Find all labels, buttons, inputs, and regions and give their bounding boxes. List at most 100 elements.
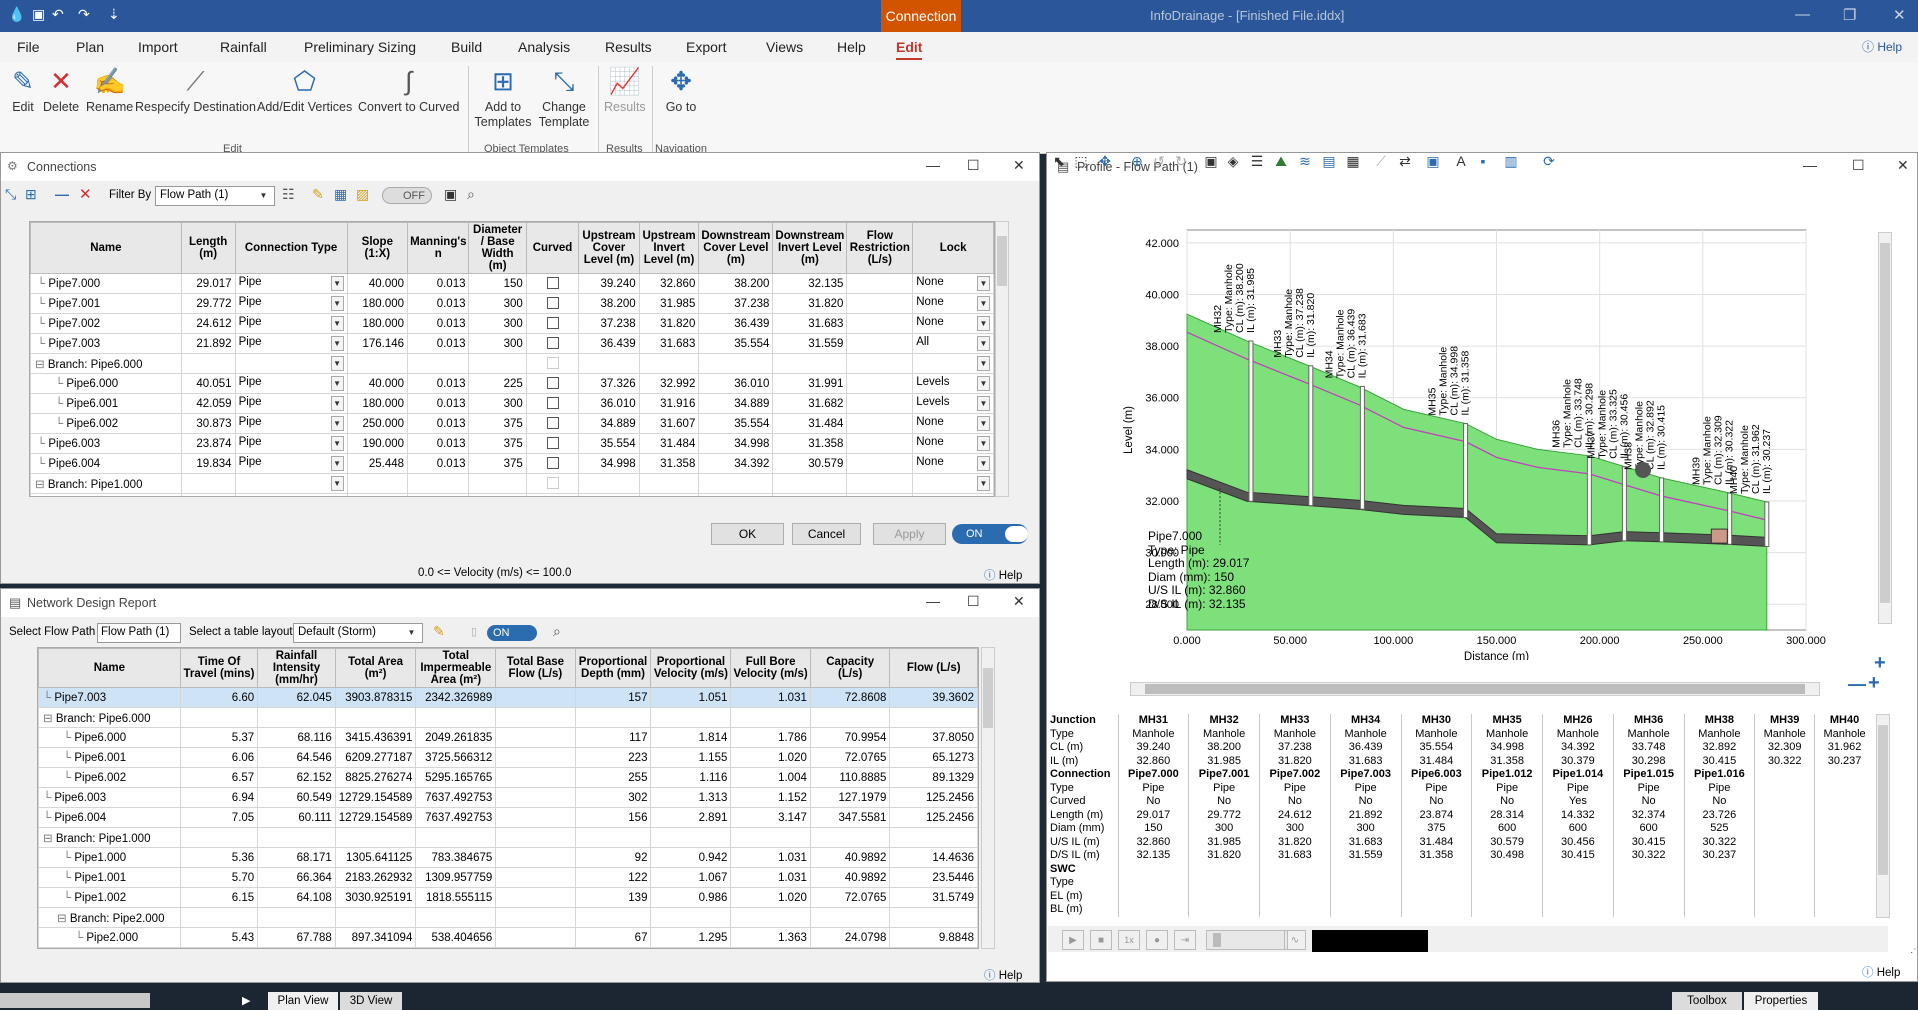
help-link[interactable]: ⓘ Help [1862,38,1902,55]
flow-path-select[interactable]: Flow Path (1) [97,623,181,643]
cell-slope[interactable]: 40.000 [346,373,409,394]
cell-name[interactable]: └ Pipe7.002 [30,313,182,334]
table-row[interactable]: └ Pipe1.002 6.15 64.108 3030.925191 1818.555… [38,887,978,908]
table-row[interactable]: └ Pipe6.000 40.051 Pipe ▼ 40.000 0.013 225 37.3… [30,373,994,394]
table-row[interactable]: └ Pipe7.000 29.017 Pipe ▼ 40.000 0.013 150 39.2… [30,273,994,294]
cell-lock[interactable]: ▼ [912,353,994,374]
image-icon[interactable]: ▣ [1424,152,1442,170]
curved-checkbox[interactable] [546,417,559,430]
table-row[interactable]: └ Pipe6.003 6.94 60.549 12729.154589 7637.49… [38,787,978,808]
menu-analysis[interactable]: Analysis [518,39,570,55]
cell-ds-cover[interactable]: 34.998 [698,433,774,454]
cell-type[interactable]: Pipe ▼ [234,493,348,496]
cell-ds-cover[interactable]: 36.439 [698,313,774,334]
close-icon[interactable]: ✕ [1897,157,1909,174]
cell-diameter[interactable]: 225 [468,373,527,394]
chevron-down-icon[interactable]: ▼ [977,396,990,411]
cell-name[interactable]: └ Pipe6.003 [38,787,181,808]
cell-curved[interactable] [525,493,580,496]
redo-icon[interactable]: ↷ [78,6,90,23]
cell-flow-restriction[interactable] [846,393,914,414]
cell-name[interactable]: ⊟ Branch: Pipe1.000 [38,827,181,848]
filter-toggle[interactable]: OFF [382,187,432,204]
cell-name[interactable]: └ Pipe1.000 [30,493,182,496]
paint-icon[interactable]: ✎ [433,623,445,640]
cell-type[interactable]: Pipe ▼ [234,313,348,334]
cell-us-invert[interactable]: 32.992 [638,373,700,394]
chevron-down-icon[interactable]: ▼ [977,316,990,331]
cell-ds-invert[interactable]: 31.358 [772,433,848,454]
scrollbar-thumb[interactable] [1880,243,1890,603]
cell-ds-cover[interactable]: 36.010 [698,373,774,394]
chevron-down-icon[interactable]: ▼ [977,336,990,351]
cell-us-invert[interactable]: 31.820 [638,313,700,334]
cell-type[interactable]: Pipe ▼ [234,273,348,294]
columns-icon[interactable]: ☷ [282,186,295,203]
cell-slope[interactable]: 120.000 [346,493,409,496]
remove-icon[interactable]: — [55,186,69,202]
cell-us-cover[interactable]: 34.889 [578,413,640,434]
connections-scrollbar[interactable] [995,221,1009,497]
table-row[interactable]: └ Pipe6.002 6.57 62.152 8825.276274 5295.165… [38,767,978,788]
column-header[interactable]: Total Area (m²) [334,648,417,688]
table-row[interactable]: └ Pipe1.001 5.70 66.364 2183.262932 1309.957… [38,867,978,888]
column-header[interactable]: Flow (L/s) [889,648,978,688]
cell-us-cover[interactable]: 37.326 [578,373,640,394]
report-help-link[interactable]: ⓘ Help [984,967,1022,983]
cell-length[interactable]: 23.874 [180,433,236,454]
add-edit-vertices-button[interactable]: ⬠ Add/Edit Vertices [257,64,352,115]
cell-ds-cover[interactable]: 42.620 [698,493,774,496]
menu-build[interactable]: Build [451,39,482,55]
slider-handle[interactable] [1213,933,1221,947]
chevron-down-icon[interactable]: ▼ [330,396,344,411]
print-icon[interactable]: ▣ [1202,152,1220,170]
branch-row[interactable]: ⊟ Branch: Pipe2.000 [38,907,978,928]
cell-curved[interactable] [525,433,580,454]
cell-us-cover[interactable]: 36.010 [578,393,640,414]
cell-lock[interactable]: None ▼ [912,493,994,496]
column-header[interactable]: Upstream Invert Level (m) [638,222,700,274]
menu-file[interactable]: File [17,39,40,55]
chevron-down-icon[interactable]: ▼ [330,416,344,431]
play-icon[interactable]: ▶ [1062,930,1084,950]
column-header[interactable]: Upstream Cover Level (m) [578,222,640,274]
chevron-down-icon[interactable]: ▼ [330,456,344,471]
cell-manning[interactable]: 0.013 [407,293,470,314]
cell-lock[interactable]: None ▼ [912,293,994,314]
curved-checkbox[interactable] [546,397,559,410]
cell-length[interactable]: 29.772 [180,293,236,314]
menu-rainfall[interactable]: Rainfall [220,39,267,55]
cube-icon[interactable]: ◈ [1224,152,1242,170]
speed-icon[interactable]: 1x [1118,930,1140,950]
menu-results[interactable]: Results [605,39,652,55]
column-header[interactable]: Downstream Cover Level (m) [698,222,774,274]
cell-name[interactable]: └ Pipe6.002 [30,413,182,434]
cell-name[interactable]: ⊟ Branch: Pipe6.000 [38,707,181,728]
cell-us-invert[interactable]: 31.358 [638,453,700,474]
cell-lock[interactable]: ▼ [912,473,994,494]
cell-name[interactable]: └ Pipe6.002 [38,767,181,788]
table-row[interactable]: └ Pipe2.000 5.43 67.788 897.341094 538.40465… [38,927,978,948]
chevron-down-icon[interactable]: ▼ [330,316,344,331]
add-row-icon[interactable]: ⊞ [25,186,37,203]
table-row[interactable]: └ Pipe7.003 6.60 62.045 3903.878315 2342.326… [38,687,978,708]
cell-name[interactable]: └ Pipe6.000 [30,373,182,394]
curved-checkbox[interactable] [546,437,559,450]
terrain-icon[interactable]: ⛰ [1272,152,1290,170]
column-header[interactable]: Connection Type [234,222,348,274]
chevron-down-icon[interactable]: ▼ [330,436,344,451]
column-header[interactable]: Full Bore Velocity (m/s) [730,648,811,688]
record-icon[interactable]: ● [1146,930,1168,950]
cell-ds-invert[interactable]: 31.559 [772,333,848,354]
cell-diameter[interactable]: 225 [468,493,527,496]
column-header[interactable]: Name [38,648,181,688]
save-image-icon[interactable]: ▪ [1474,152,1492,170]
filter-by-select[interactable]: Flow Path (1) ▼ [155,186,275,206]
apply-toggle[interactable]: ON [952,524,1028,544]
cell-lock[interactable]: None ▼ [912,453,994,474]
cell-flow-restriction[interactable] [846,273,914,294]
cell-type[interactable]: Pipe ▼ [234,393,348,414]
cell-manning[interactable]: 0.013 [407,453,470,474]
cell-us-cover[interactable]: 35.554 [578,433,640,454]
cell-type[interactable]: Pipe ▼ [234,333,348,354]
